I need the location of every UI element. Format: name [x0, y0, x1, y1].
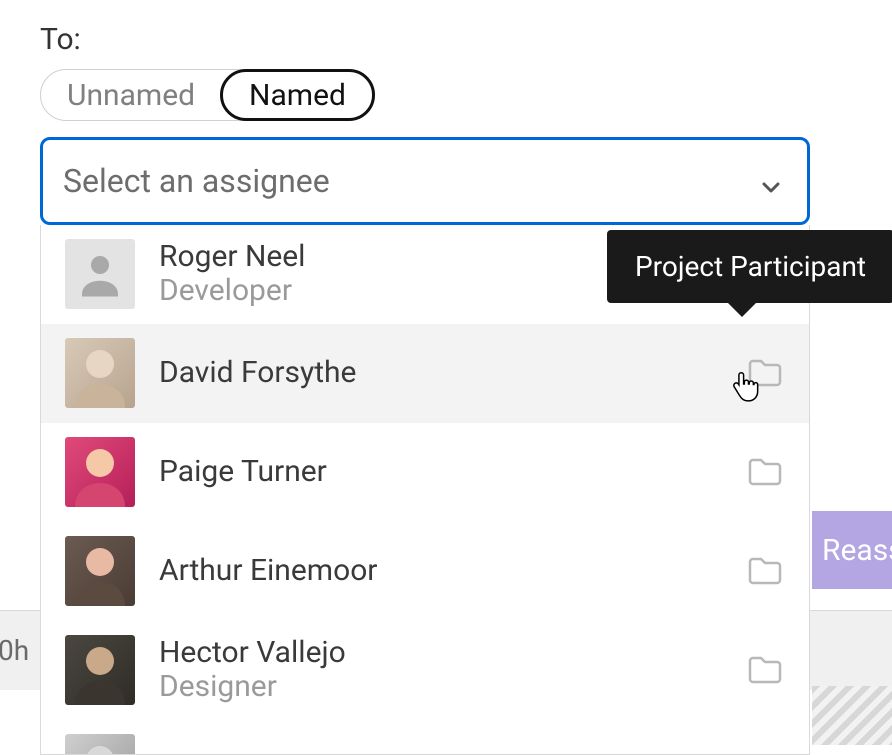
assignee-name: Arthur Einemoor [159, 554, 721, 589]
assignee-name-block: David Forsythe [159, 356, 721, 391]
assignee-name-block: Hector VallejoDesigner [159, 636, 721, 705]
assignee-option[interactable]: Hector VallejoDesigner [41, 621, 809, 720]
assignee-option[interactable]: Arthur Einemoor [41, 522, 809, 621]
assignee-role: Designer [159, 670, 721, 705]
assignee-combobox: Select an assignee Roger NeelDeveloperDa… [40, 137, 810, 225]
segment-unnamed[interactable]: Unnamed [41, 69, 221, 121]
assignee-name-block: Arthur Einemoor [159, 554, 721, 589]
tooltip-project-participant: Project Participant [607, 230, 892, 303]
project-participant-icon[interactable] [745, 554, 785, 588]
avatar-photo [65, 536, 135, 606]
assignee-name: Hector Vallejo [159, 636, 721, 671]
avatar-placeholder-icon [65, 239, 135, 309]
reassign-label: Reass [822, 533, 892, 568]
hour-label: 0h [0, 634, 29, 667]
project-participant-icon[interactable] [745, 455, 785, 489]
chevron-down-icon [759, 169, 783, 193]
to-label: To: [40, 22, 810, 57]
avatar-photo [65, 338, 135, 408]
assignee-name-block: Paige Turner [159, 455, 721, 490]
segment-named[interactable]: Named [220, 69, 375, 121]
assignee-option[interactable]: Michael Lee [41, 720, 809, 755]
avatar-photo [65, 635, 135, 705]
assignee-select-trigger[interactable]: Select an assignee [40, 137, 810, 225]
assignee-option[interactable]: Paige Turner [41, 423, 809, 522]
avatar-photo [65, 437, 135, 507]
named-unnamed-toggle: Unnamed Named [40, 69, 375, 121]
assignee-name: Paige Turner [159, 455, 721, 490]
assignee-placeholder: Select an assignee [63, 162, 330, 200]
assignee-option[interactable]: David Forsythe [41, 324, 809, 423]
reassign-button[interactable]: Reass [812, 511, 892, 589]
timeline-hatch [812, 686, 892, 745]
project-participant-icon[interactable] [745, 653, 785, 687]
assignee-name: David Forsythe [159, 356, 721, 391]
assignee-dropdown-list[interactable]: Roger NeelDeveloperDavid ForsythePaige T… [41, 225, 809, 755]
project-participant-icon[interactable] [745, 356, 785, 390]
assignee-dropdown: Roger NeelDeveloperDavid ForsythePaige T… [40, 225, 810, 755]
